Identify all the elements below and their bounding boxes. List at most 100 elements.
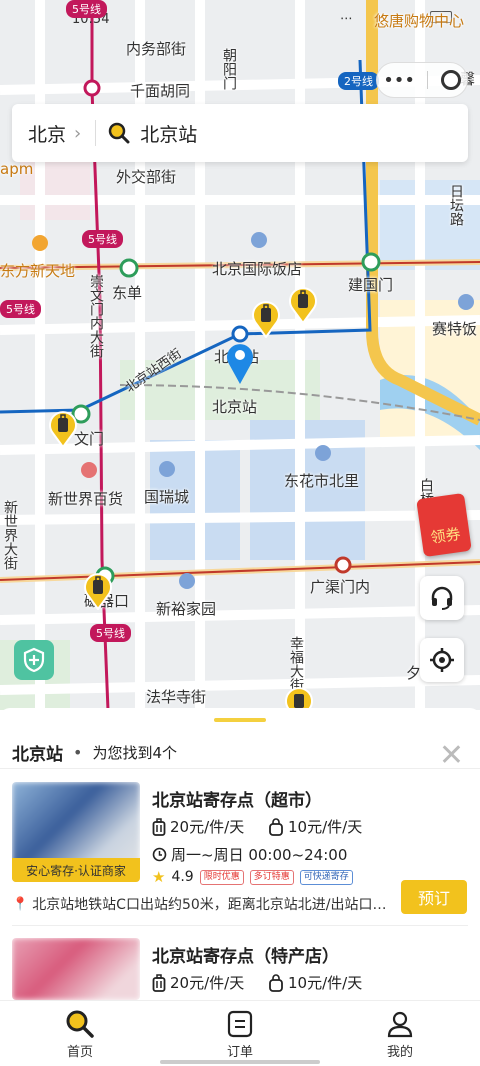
crosshair-icon <box>430 648 454 672</box>
price-large-text: 20元/件/天 <box>170 818 245 836</box>
map-label: 夕 <box>406 664 422 682</box>
map-label: 内务部街 <box>126 40 187 58</box>
service-badge: 可快递寄存 <box>299 869 353 885</box>
address-text: 北京站地铁站C口出站约50米，距离北京站北进/出站口… <box>32 897 387 913</box>
price-large-text: 20元/件/天 <box>170 974 245 992</box>
map-label: 新世界百货 <box>48 490 124 508</box>
map-label: 悠唐购物中心 <box>374 12 465 30</box>
customer-service-button[interactable] <box>420 576 464 620</box>
price-large: 20元/件/天 <box>152 972 244 993</box>
tab-label: 我的 <box>386 1045 413 1060</box>
miniapp-capsule[interactable]: ••• <box>376 62 468 98</box>
map-label: 幸福大街 <box>288 636 304 692</box>
map-label: 日坛路 <box>448 184 464 226</box>
city-label: 北京 <box>28 123 67 146</box>
chevron-right-icon: › <box>74 122 82 144</box>
locate-button[interactable] <box>420 638 464 682</box>
price-small: 10元/件/天 <box>268 816 362 837</box>
map-label: 建国门 <box>348 276 394 294</box>
store-name: 北京站寄存点（超市） <box>152 791 322 811</box>
map-label: 东单 <box>112 284 143 302</box>
bag-icon <box>269 817 283 836</box>
store-name: 北京站寄存点（特产店） <box>152 947 339 967</box>
map-label: 朝阳门 <box>221 48 237 90</box>
map-pin-icon: 📍 <box>12 896 29 912</box>
map-label: 文门 <box>74 430 105 448</box>
suitcase-icon <box>152 817 166 836</box>
sheet-handle[interactable] <box>214 718 266 722</box>
tab-home[interactable]: 首页 <box>0 1001 160 1066</box>
tab-bar: 首页 订单 我的 <box>0 1000 480 1066</box>
promo-badge: 多订特惠 <box>249 869 294 885</box>
store-tag: 安心寄存·认证商家 <box>12 858 140 882</box>
hours-text: 周一~周日 00:00~24:00 <box>171 846 348 864</box>
location-marker-icon <box>227 344 253 384</box>
separator-dot: • <box>73 742 83 762</box>
clock-icon <box>152 847 167 862</box>
map-label: 外交部街 <box>116 168 177 186</box>
search-icon <box>108 122 130 144</box>
map-label: 东方新天地 <box>0 262 76 280</box>
store-card[interactable]: 安心寄存·认证商家 北京站寄存点（超市） 20元/件/天 10元/件/天 周一~… <box>0 782 480 926</box>
tab-label: 首页 <box>66 1045 93 1060</box>
opening-hours: 周一~周日 00:00~24:00 <box>152 844 347 865</box>
star-icon: ★ <box>152 868 166 886</box>
luggage-pin[interactable] <box>251 300 281 338</box>
luggage-pin[interactable] <box>284 686 314 710</box>
store-photo <box>12 938 140 1000</box>
city-selector[interactable]: 北京 › <box>12 120 81 147</box>
line-badge: 5号线 <box>82 230 123 248</box>
order-icon <box>227 1010 253 1038</box>
price-small-text: 10元/件/天 <box>288 818 363 836</box>
book-button[interactable]: 预订 <box>401 880 467 914</box>
luggage-pin[interactable] <box>48 410 78 448</box>
price-small-text: 10元/件/天 <box>288 974 363 992</box>
tab-orders[interactable]: 订单 <box>160 1001 320 1066</box>
map-label: 千面胡同 <box>130 82 191 100</box>
capsule-divider <box>427 71 429 89</box>
more-icon[interactable]: ••• <box>383 70 415 91</box>
map-label: 北京国际饭店 <box>212 260 303 278</box>
tab-label: 订单 <box>226 1045 253 1060</box>
line-badge: 5号线 <box>66 0 107 18</box>
safety-button[interactable] <box>14 640 54 680</box>
shield-icon <box>23 647 45 673</box>
rating-value: 4.9 <box>171 869 194 885</box>
search-bar[interactable]: 北京 › 北京站 <box>12 104 468 162</box>
search-icon <box>66 1010 94 1038</box>
map-label: 东花市北里 <box>284 472 360 490</box>
close-miniapp-icon[interactable] <box>440 70 461 90</box>
user-icon <box>387 1011 413 1038</box>
promo-badge: 限时优惠 <box>199 869 244 885</box>
search-input[interactable]: 北京站 <box>140 120 197 147</box>
map-label: 法华寺街 <box>146 688 207 706</box>
map-label: 赛特饭 <box>432 320 478 338</box>
map-label: 广渠门内 <box>310 578 371 596</box>
store-address: 📍 北京站地铁站C口出站约50米，距离北京站北进/出站口… <box>12 894 392 914</box>
map-label: 新世界大街 <box>2 500 18 570</box>
luggage-pin[interactable] <box>288 286 318 324</box>
map-label: 国瑞城 <box>144 488 190 506</box>
card-divider <box>12 925 468 926</box>
luggage-pin[interactable] <box>83 572 113 610</box>
price-large: 20元/件/天 <box>152 816 244 837</box>
store-photo: 安心寄存·认证商家 <box>12 782 140 882</box>
signal-icon: ⋅⋅⋅ <box>340 12 353 27</box>
results-count: 为您找到4个 <box>92 743 177 762</box>
bag-icon <box>269 973 283 992</box>
price-small: 10元/件/天 <box>268 972 362 993</box>
home-indicator <box>160 1060 320 1064</box>
map-label: 崇文门内大街 <box>88 274 104 358</box>
headset-icon <box>431 586 453 610</box>
results-sheet[interactable]: 北京站 • 为您找到4个 ✕ 安心寄存·认证商家 北京站寄存点（超市） 20元/… <box>0 708 480 1000</box>
suitcase-icon <box>152 973 166 992</box>
map-label: apm <box>0 160 34 178</box>
search-divider <box>95 120 97 146</box>
store-card[interactable]: 北京站寄存点（特产店） 20元/件/天 10元/件/天 <box>0 938 480 1008</box>
tab-profile[interactable]: 我的 <box>320 1001 480 1066</box>
map-view[interactable]: 10:54 ⋅⋅⋅ 悠唐购物中心内务部街朝阳门千面胡同馨外交部街日坛路apm东方… <box>0 0 480 710</box>
map-label: 北京站 <box>212 398 258 416</box>
rating-row: ★ 4.9 限时优惠 多订特惠 可快递寄存 <box>152 868 353 886</box>
results-header: 北京站 • 为您找到4个 ✕ <box>12 732 468 773</box>
coupon-button[interactable]: 领券 <box>416 492 472 558</box>
